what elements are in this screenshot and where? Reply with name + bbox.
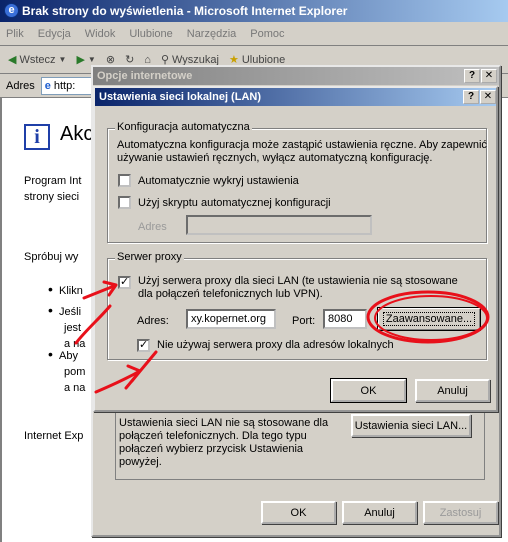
script-address-label: Adres: [138, 221, 167, 233]
use-proxy-label: Użyj serwera proxy dla sieci LAN (te ust…: [138, 275, 458, 300]
menu-edit[interactable]: Edycja: [38, 28, 71, 40]
info-icon: i: [24, 124, 50, 150]
page-icon: e: [44, 79, 51, 92]
help-icon[interactable]: ?: [463, 90, 479, 104]
connections-group-frame: [115, 400, 485, 480]
page-try-text: Spróbuj wy: [24, 251, 79, 263]
auto-script-checkbox[interactable]: [118, 196, 131, 209]
menu-file[interactable]: Plik: [6, 28, 24, 40]
help-icon[interactable]: ?: [464, 69, 480, 83]
chevron-down-icon: ▼: [58, 55, 67, 64]
list-item: • Klikn: [48, 281, 83, 297]
menu-favorites[interactable]: Ulubione: [129, 28, 172, 40]
address-label: Adres: [6, 79, 35, 92]
options-apply-button[interactable]: Zastosuj: [423, 501, 498, 524]
internet-options-titlebar: Opcje internetowe: [93, 67, 499, 85]
list-item: • Jeśli jest a na: [48, 302, 86, 350]
menu-tools[interactable]: Narzędzia: [187, 28, 237, 40]
options-ok-button[interactable]: OK: [261, 501, 336, 524]
menubar: Plik Edycja Widok Ulubione Narzędzia Pom…: [0, 22, 508, 46]
back-arrow-icon: ◀: [8, 54, 17, 66]
advanced-button[interactable]: Zaawansowane...: [377, 307, 481, 331]
bypass-local-label: Nie używaj serwera proxy dla adresów lok…: [157, 339, 394, 351]
proxy-address-input[interactable]: xy.kopernet.org: [186, 309, 276, 329]
ie-icon: e: [4, 3, 19, 18]
auto-config-group-label: Konfiguracja automatyczna: [115, 121, 252, 133]
menu-view[interactable]: Widok: [85, 28, 116, 40]
options-cancel-button[interactable]: Anuluj: [342, 501, 417, 524]
bypass-local-checkbox[interactable]: ✓: [137, 339, 150, 352]
lan-cancel-button[interactable]: Anuluj: [415, 379, 490, 402]
menu-help[interactable]: Pomoc: [250, 28, 284, 40]
list-item: • Aby pom a na: [48, 346, 86, 394]
page-paragraph: Program Int strony sieci: [24, 175, 82, 203]
lan-settings-dialog: Ustawienia sieci lokalnej (LAN) ? ✕ Konf…: [93, 86, 498, 412]
auto-config-description: Automatyczna konfiguracja może zastąpić …: [117, 139, 487, 164]
auto-detect-label: Automatycznie wykryj ustawienia: [138, 175, 299, 187]
back-button[interactable]: ◀ Wstecz ▼: [8, 53, 67, 67]
page-footer-text: Internet Exp: [24, 430, 84, 442]
forward-arrow-icon: ▶: [76, 54, 85, 66]
use-proxy-checkbox[interactable]: ✓: [118, 276, 131, 289]
close-icon[interactable]: ✕: [481, 69, 497, 83]
window-title: Brak strony do wyświetlenia - Microsoft …: [22, 4, 348, 18]
lan-ok-button[interactable]: OK: [330, 378, 407, 403]
ie-titlebar: e Brak strony do wyświetlenia - Microsof…: [0, 0, 508, 22]
chevron-down-icon: ▼: [87, 55, 96, 64]
home-icon[interactable]: ⌂: [144, 54, 151, 66]
page-heading: Akc: [60, 123, 94, 145]
proxy-address-label: Adres:: [137, 315, 169, 327]
port-input[interactable]: 8080: [323, 309, 367, 329]
script-address-input[interactable]: [186, 215, 372, 235]
auto-detect-checkbox[interactable]: [118, 174, 131, 187]
port-label: Port:: [292, 315, 316, 327]
close-icon[interactable]: ✕: [480, 90, 496, 104]
lan-settings-titlebar: Ustawienia sieci lokalnej (LAN): [95, 88, 496, 106]
auto-script-label: Użyj skryptu automatycznej konfiguracji: [138, 197, 331, 209]
proxy-group-label: Serwer proxy: [115, 251, 184, 263]
